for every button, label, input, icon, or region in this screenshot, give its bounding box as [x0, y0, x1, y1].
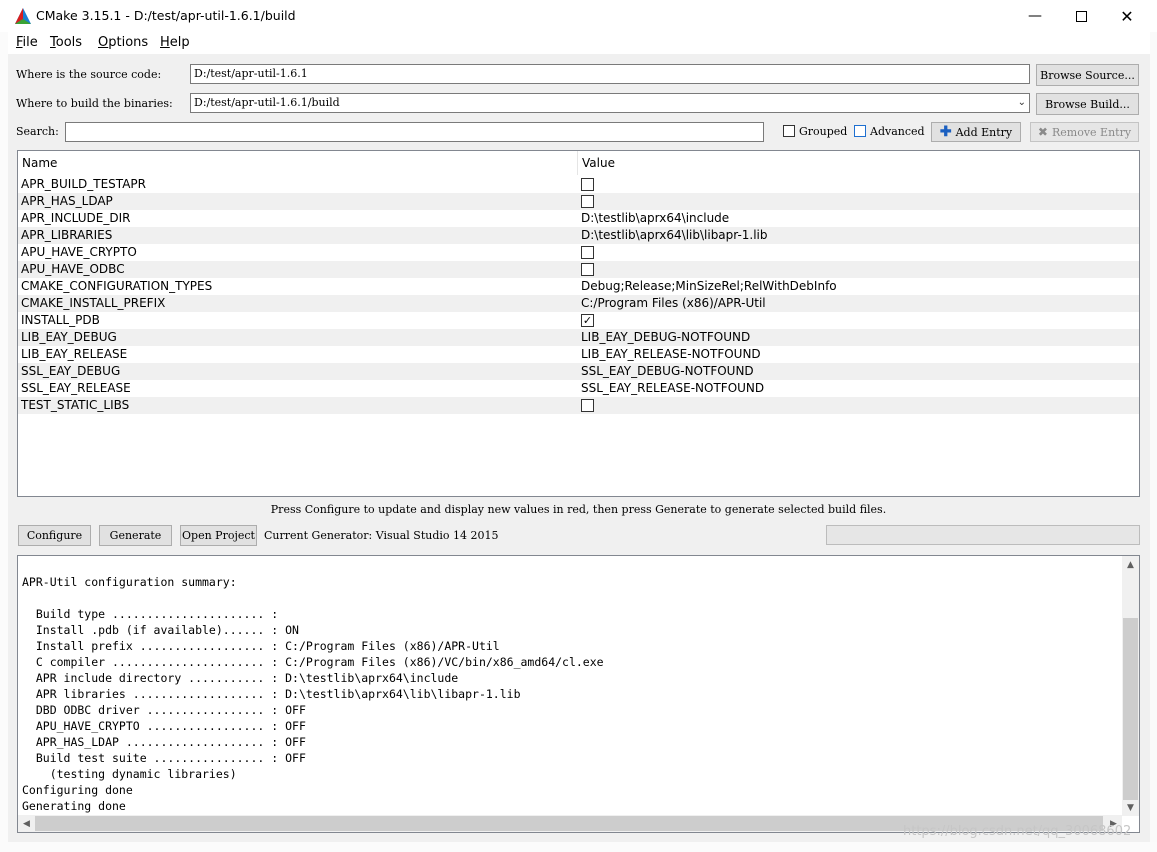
table-row[interactable]: TEST_STATIC_LIBS — [18, 397, 1139, 414]
remove-entry-button[interactable]: ✖ Remove Entry — [1030, 122, 1139, 142]
table-row[interactable]: CMAKE_INSTALL_PREFIX C:/Program Files (x8… — [18, 295, 1139, 312]
remove-icon: ✖ — [1037, 125, 1048, 139]
window-title: CMake 3.15.1 - D:/test/apr-util-1.6.1/bu… — [36, 8, 296, 23]
cell-name: CMAKE_CONFIGURATION_TYPES — [21, 279, 213, 293]
minimize-icon: — — [1028, 8, 1042, 24]
cell-value[interactable]: D:\testlib\aprx64\include — [581, 211, 729, 225]
cell-name: SSL_EAY_DEBUG — [21, 364, 121, 378]
cell-name: APR_INCLUDE_DIR — [21, 211, 131, 225]
cell-name: APR_BUILD_TESTAPR — [21, 177, 146, 191]
browse-source-button[interactable]: Browse Source... — [1036, 64, 1139, 86]
cell-name: APR_LIBRARIES — [21, 228, 113, 242]
table-header: Name Value — [18, 151, 1139, 175]
menu-help[interactable]: Help — [160, 35, 190, 50]
browse-build-button[interactable]: Browse Build... — [1036, 93, 1139, 115]
column-header-value[interactable]: Value — [582, 156, 615, 170]
advanced-checkbox[interactable] — [854, 125, 866, 137]
scroll-down-icon[interactable]: ▼ — [1122, 799, 1139, 816]
open-project-button[interactable]: Open Project — [180, 525, 257, 546]
grouped-label: Grouped — [799, 125, 848, 138]
cell-name: INSTALL_PDB — [21, 313, 100, 327]
table-row[interactable]: LIB_EAY_DEBUG LIB_EAY_DEBUG-NOTFOUND — [18, 329, 1139, 346]
configure-button[interactable]: Configure — [18, 525, 91, 546]
cell-value[interactable]: Debug;Release;MinSizeRel;RelWithDebInfo — [581, 279, 837, 293]
vertical-scroll-thumb[interactable] — [1123, 618, 1138, 800]
cell-value[interactable]: SSL_EAY_RELEASE-NOTFOUND — [581, 381, 764, 395]
table-row[interactable]: INSTALL_PDB ✓ — [18, 312, 1139, 329]
cell-value[interactable]: D:\testlib\aprx64\lib\libapr-1.lib — [581, 228, 768, 242]
cell-value[interactable]: C:/Program Files (x86)/APR-Util — [581, 296, 766, 310]
table-row[interactable]: APR_INCLUDE_DIR D:\testlib\aprx64\include — [18, 210, 1139, 227]
background-window-fragment — [0, 32, 8, 852]
cell-value[interactable]: LIB_EAY_DEBUG-NOTFOUND — [581, 330, 750, 344]
advanced-label: Advanced — [870, 125, 925, 138]
cell-name: SSL_EAY_RELEASE — [21, 381, 131, 395]
table-row[interactable]: APU_HAVE_ODBC — [18, 261, 1139, 278]
search-input[interactable] — [65, 122, 764, 142]
table-row[interactable]: LIB_EAY_RELEASE LIB_EAY_RELEASE-NOTFOUND — [18, 346, 1139, 363]
cell-name: TEST_STATIC_LIBS — [21, 398, 130, 412]
table-row[interactable]: APR_LIBRARIES D:\testlib\aprx64\lib\libap… — [18, 227, 1139, 244]
table-row[interactable]: SSL_EAY_DEBUG SSL_EAY_DEBUG-NOTFOUND — [18, 363, 1139, 380]
build-path-value: D:/test/apr-util-1.6.1/build — [194, 96, 340, 109]
close-icon: ✕ — [1120, 6, 1134, 26]
cell-name: LIB_EAY_RELEASE — [21, 347, 128, 361]
background-window-fragment — [1150, 32, 1157, 852]
cell-value[interactable]: SSL_EAY_DEBUG-NOTFOUND — [581, 364, 754, 378]
current-generator-text: Current Generator: Visual Studio 14 2015 — [264, 529, 499, 542]
minimize-button[interactable]: — — [1012, 0, 1058, 32]
grouped-checkbox[interactable] — [783, 125, 795, 137]
cell-name: APU_HAVE_CRYPTO — [21, 245, 137, 259]
build-label: Where to build the binaries: — [16, 97, 173, 110]
menu-options[interactable]: Options — [98, 35, 148, 50]
plus-icon: ✚ — [939, 124, 952, 140]
source-label: Where is the source code: — [16, 68, 162, 81]
cell-value-checkbox[interactable]: ✓ — [581, 314, 594, 327]
configure-hint-text: Press Configure to update and display ne… — [270, 503, 887, 516]
menu-tools[interactable]: Tools — [50, 35, 82, 50]
table-row[interactable]: APR_HAS_LDAP — [18, 193, 1139, 210]
table-row[interactable]: APU_HAVE_CRYPTO — [18, 244, 1139, 261]
chevron-down-icon[interactable]: ⌄ — [1018, 94, 1026, 112]
maximize-icon — [1075, 10, 1087, 22]
maximize-button[interactable] — [1058, 0, 1104, 32]
output-log-text: APR-Util configuration summary: Build ty… — [22, 575, 604, 813]
scroll-left-icon[interactable]: ◀ — [18, 815, 35, 832]
close-button[interactable]: ✕ — [1104, 0, 1150, 32]
generate-button[interactable]: Generate — [99, 525, 172, 546]
scroll-up-icon[interactable]: ▲ — [1122, 556, 1139, 573]
cell-value-checkbox[interactable] — [581, 178, 594, 191]
background-window-fragment — [0, 842, 1157, 852]
search-label: Search: — [16, 125, 59, 138]
menu-file[interactable]: File — [16, 35, 38, 50]
table-row[interactable]: SSL_EAY_RELEASE SSL_EAY_RELEASE-NOTFOUND — [18, 380, 1139, 397]
progress-bar — [826, 525, 1140, 545]
output-log[interactable]: APR-Util configuration summary: Build ty… — [17, 555, 1140, 833]
watermark-text: https://blog.csdn.net/qq_30068602 — [903, 824, 1132, 839]
cache-variables-table[interactable]: Name Value APR_BUILD_TESTAPR APR_HAS_LDAP… — [17, 150, 1140, 497]
cell-value-checkbox[interactable] — [581, 195, 594, 208]
cell-value-checkbox[interactable] — [581, 263, 594, 276]
cmake-logo-icon — [15, 8, 31, 24]
build-path-combobox[interactable]: D:/test/apr-util-1.6.1/build ⌄ — [190, 93, 1030, 113]
vertical-scrollbar[interactable]: ▲ ▼ — [1122, 556, 1139, 816]
cell-name: APR_HAS_LDAP — [21, 194, 113, 208]
cell-name: LIB_EAY_DEBUG — [21, 330, 117, 344]
table-row[interactable]: CMAKE_CONFIGURATION_TYPES Debug;Release;M… — [18, 278, 1139, 295]
source-path-input[interactable]: D:/test/apr-util-1.6.1 — [190, 64, 1030, 84]
cell-name: CMAKE_INSTALL_PREFIX — [21, 296, 166, 310]
cell-value-checkbox[interactable] — [581, 399, 594, 412]
column-header-name[interactable]: Name — [22, 156, 57, 170]
cell-name: APU_HAVE_ODBC — [21, 262, 125, 276]
add-entry-button[interactable]: ✚ Add Entry — [931, 122, 1021, 142]
cell-value[interactable]: LIB_EAY_RELEASE-NOTFOUND — [581, 347, 761, 361]
column-divider[interactable] — [577, 151, 578, 175]
cell-value-checkbox[interactable] — [581, 246, 594, 259]
table-row[interactable]: APR_BUILD_TESTAPR — [18, 176, 1139, 193]
